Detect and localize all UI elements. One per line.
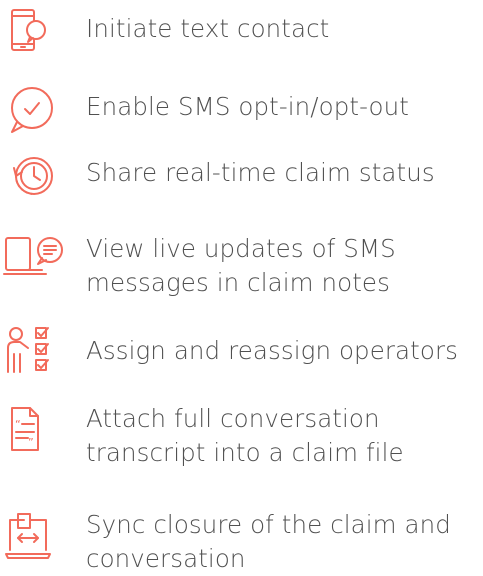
feature-text: Assign and reassign operators <box>86 336 459 365</box>
document-quote-icon: “ ” <box>2 404 66 468</box>
chat-check-icon <box>2 84 66 148</box>
feature-text: Enable SMS opt-in/opt-out <box>86 92 409 121</box>
devices-message-icon <box>2 230 66 294</box>
feature-text: Share real-time claim status <box>86 158 435 187</box>
clock-history-icon <box>2 150 66 214</box>
feature-text: Initiate text contact <box>86 14 330 43</box>
feature-text: View live updates of SMS <box>86 234 396 263</box>
svg-text:“: “ <box>15 418 21 431</box>
feature-text: messages in claim notes <box>86 268 390 297</box>
feature-text: Attach full conversation <box>86 404 380 433</box>
laptop-sync-icon <box>2 510 66 574</box>
operator-checklist-icon <box>2 324 66 388</box>
feature-text: transcript into a claim file <box>86 438 404 467</box>
feature-text: Sync closure of the claim and <box>86 510 451 539</box>
feature-text: conversation <box>86 544 246 573</box>
mobile-chat-bubble-icon <box>2 6 66 70</box>
svg-text:”: ” <box>28 436 34 449</box>
